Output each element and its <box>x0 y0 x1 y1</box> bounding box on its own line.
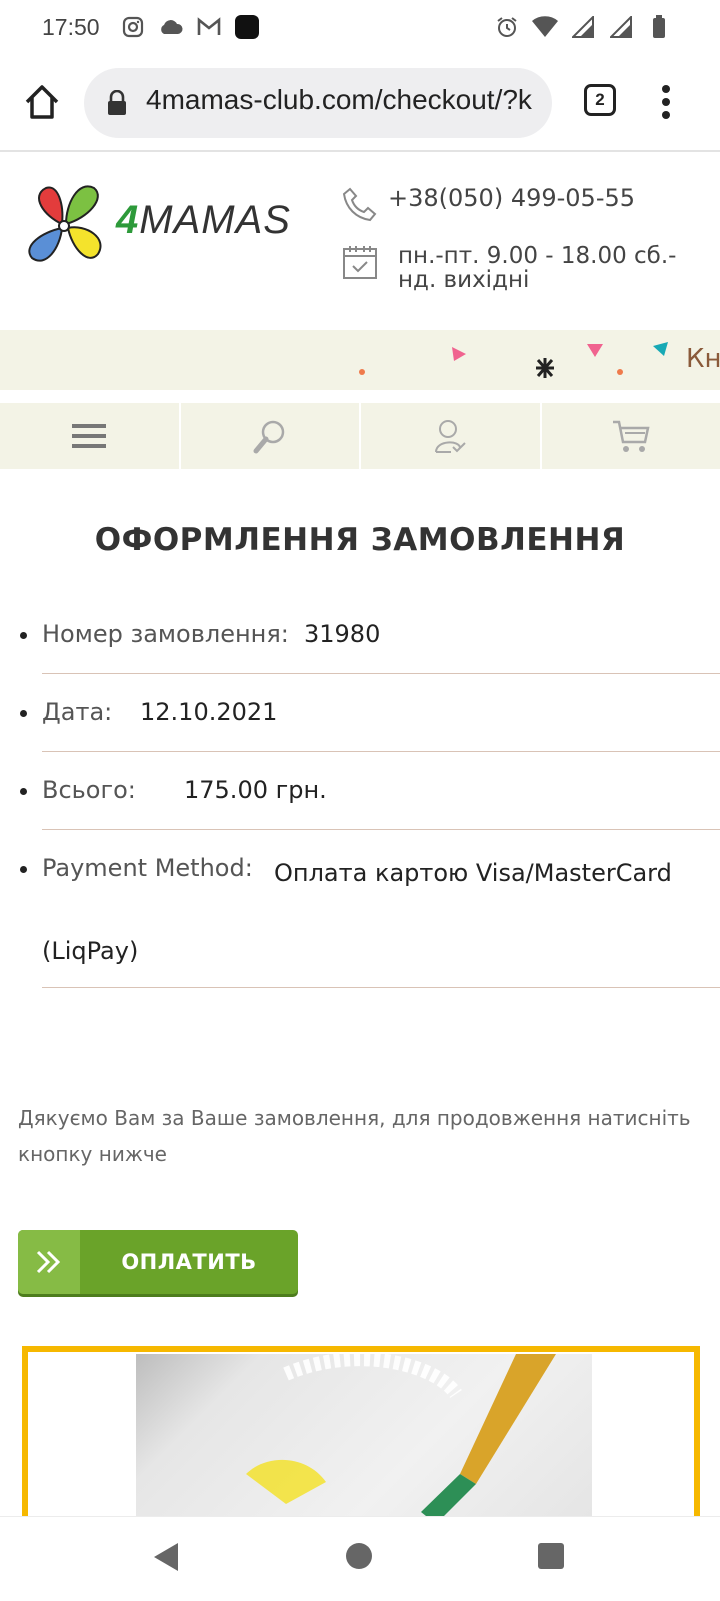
logo-text: 4MAMAS <box>116 198 291 243</box>
wifi-icon <box>532 14 558 40</box>
order-number-label: Номер замовлення: <box>42 620 289 648</box>
recents-button[interactable] <box>538 1543 564 1569</box>
url-text: 4mamas-club.com/checkout/?k <box>146 84 532 116</box>
order-date-row: Дата: 12.10.2021 <box>42 674 720 752</box>
order-date-label: Дата: <box>42 698 112 726</box>
working-hours: пн.-пт. 9.00 - 18.00 сб.-нд. вихідні <box>398 244 708 292</box>
promo-image <box>136 1354 592 1526</box>
status-right-icons <box>494 14 672 40</box>
order-details-list: Номер замовлення: 31980 Дата: 12.10.2021… <box>42 596 720 988</box>
payment-method-value-cont: (LiqPay) <box>42 912 138 990</box>
pay-button[interactable]: ОПЛАТИТЬ <box>18 1230 298 1294</box>
site-nav-bar <box>0 403 720 469</box>
double-chevron-right-icon <box>18 1230 80 1294</box>
cart-icon <box>611 418 651 454</box>
promo-card[interactable] <box>22 1346 700 1526</box>
signal-icon <box>608 14 634 40</box>
battery-icon <box>646 14 672 40</box>
instagram-icon <box>120 14 146 40</box>
payment-method-value: Оплата картою Visa/MasterCard <box>274 834 674 912</box>
promo-text: Кн <box>686 344 720 374</box>
nav-menu-button[interactable] <box>0 403 181 469</box>
more-vert-icon <box>660 84 672 120</box>
back-triangle-icon <box>152 1541 182 1573</box>
search-icon <box>252 418 288 454</box>
order-number-row: Номер замовлення: 31980 <box>42 596 720 674</box>
nav-account-button[interactable] <box>361 403 542 469</box>
order-number-value: 31980 <box>304 620 380 648</box>
browser-toolbar: 4mamas-club.com/checkout/?k 2 <box>0 56 720 152</box>
url-field[interactable]: 4mamas-club.com/checkout/?k <box>84 68 552 138</box>
order-total-label: Всього: <box>42 776 136 804</box>
alarm-icon <box>494 14 520 40</box>
order-date-value: 12.10.2021 <box>140 698 277 726</box>
order-total-value: 175.00 грн. <box>184 776 327 804</box>
nav-cart-button[interactable] <box>542 403 720 469</box>
thanks-message: Дякуємо Вам за Ваше замовлення, для прод… <box>18 1100 698 1172</box>
menu-icon <box>71 422 107 450</box>
tabs-button[interactable]: 2 <box>584 84 616 116</box>
page-title: ОФОРМЛЕННЯ ЗАМОВЛЕННЯ <box>0 522 720 558</box>
nav-search-button[interactable] <box>181 403 362 469</box>
back-button[interactable] <box>152 1541 182 1577</box>
android-nav-bar <box>0 1516 720 1601</box>
home-button[interactable] <box>22 82 62 122</box>
logo-flower-icon <box>16 176 112 276</box>
signal-icon <box>570 14 596 40</box>
site-header: 4MAMAS +38(050) 499-05-55 пн.-пт. 9.00 -… <box>0 152 720 330</box>
home-icon <box>22 82 62 122</box>
payment-method-label: Payment Method: <box>42 854 253 882</box>
cloud-icon <box>158 14 184 40</box>
confetti-decoration <box>0 330 720 390</box>
home-circle-button[interactable] <box>346 1543 372 1569</box>
app-icon <box>234 14 260 40</box>
site-logo[interactable]: 4MAMAS <box>16 176 286 276</box>
pay-button-label: ОПЛАТИТЬ <box>80 1230 298 1294</box>
status-time: 17:50 <box>42 14 100 41</box>
promo-strip[interactable]: Кн <box>0 330 720 390</box>
paint-brush-image <box>136 1354 592 1526</box>
gmail-icon <box>196 14 222 40</box>
browser-menu-button[interactable] <box>660 84 672 120</box>
calendar-icon <box>342 244 378 280</box>
account-icon <box>433 418 467 454</box>
phone-number[interactable]: +38(050) 499-05-55 <box>388 184 635 212</box>
order-total-row: Всього: 175.00 грн. <box>42 752 720 830</box>
order-payment-row: Payment Method: Оплата картою Visa/Maste… <box>42 830 720 988</box>
status-left-icons <box>120 14 260 40</box>
lock-icon <box>106 90 128 116</box>
status-bar: 17:50 <box>0 0 720 56</box>
phone-icon <box>342 186 378 222</box>
